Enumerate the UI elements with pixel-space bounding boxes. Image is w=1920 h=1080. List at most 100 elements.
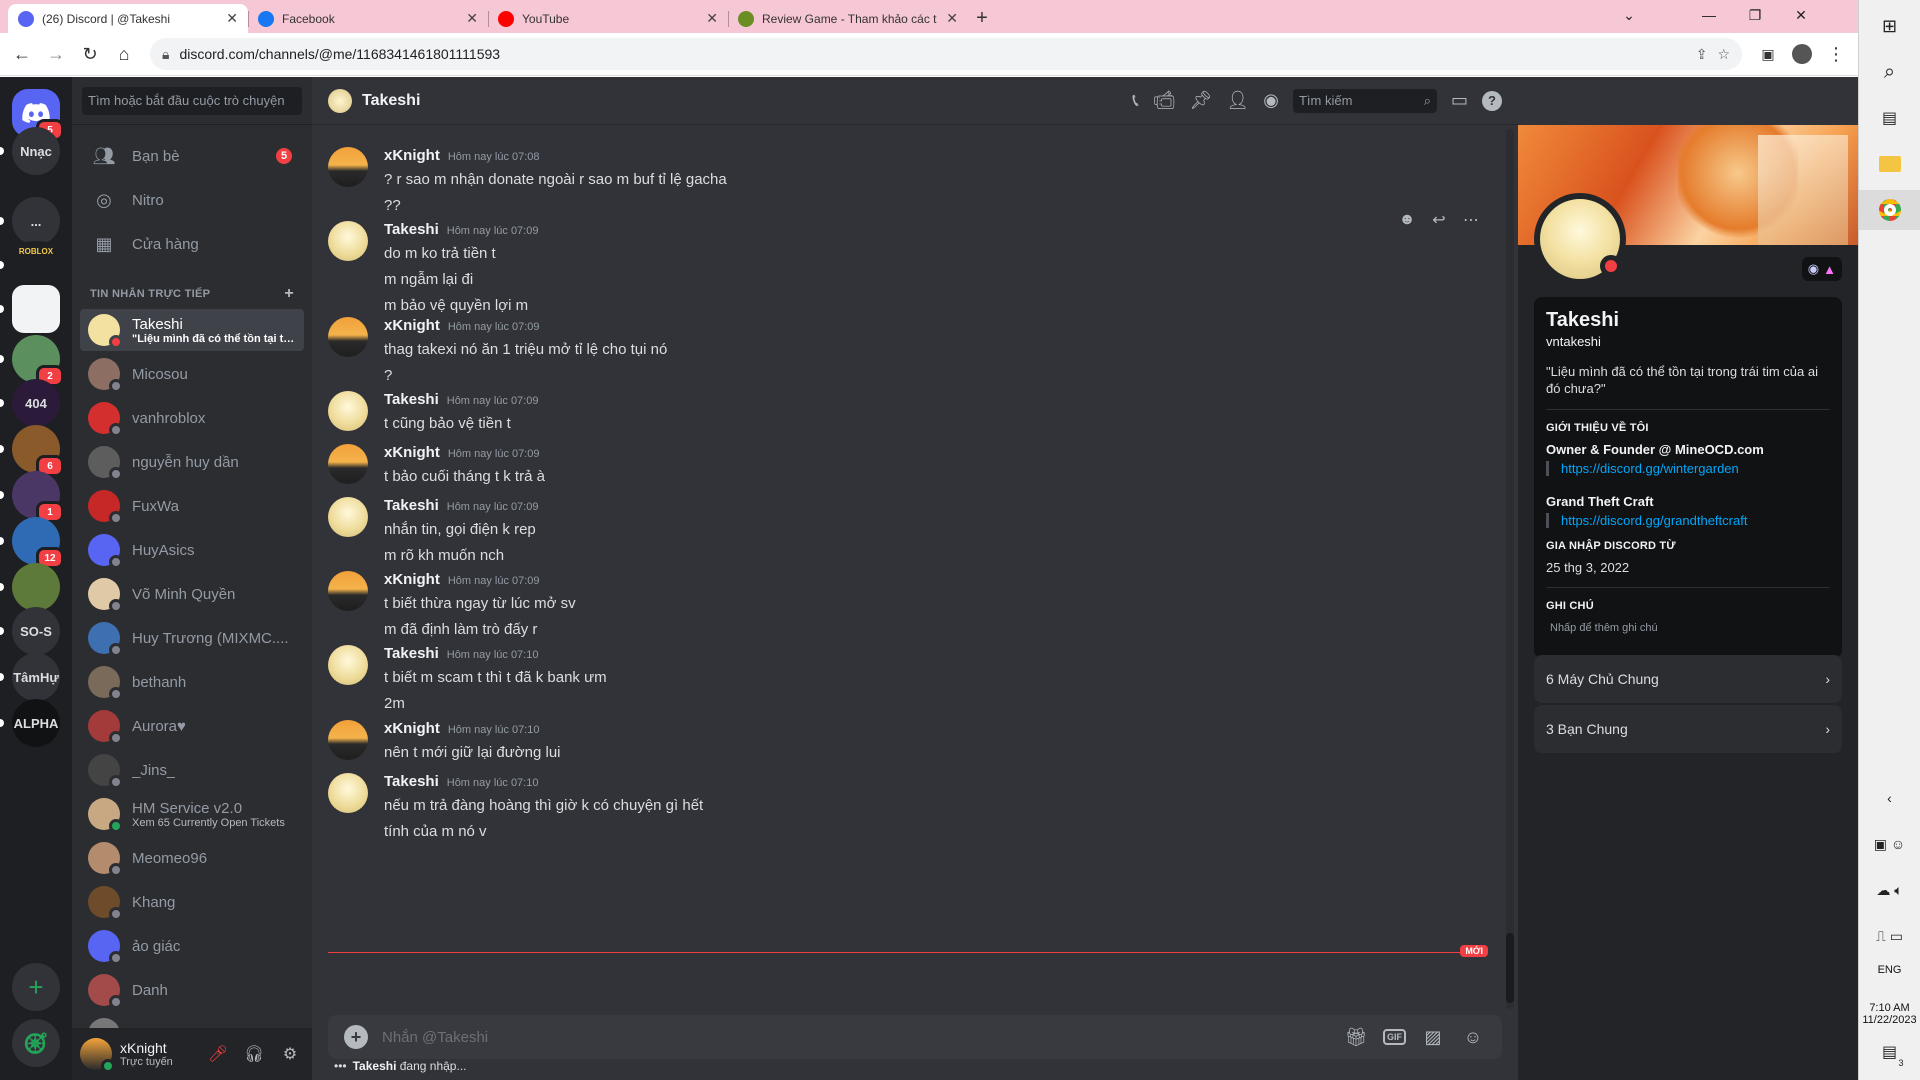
- message-group[interactable]: Takeshi Hôm nay lúc 07:10 t biết m scam t …: [328, 645, 1488, 715]
- mutual-servers-button[interactable]: 6 Máy Chủ Chung ›: [1534, 655, 1842, 703]
- dm-search-input[interactable]: Tìm hoặc bắt đầu cuộc trò chuyện: [82, 86, 302, 115]
- user-info[interactable]: xKnight Trực tuyến: [120, 1040, 196, 1068]
- start-icon[interactable]: ⊞: [1870, 6, 1910, 46]
- menu-kebab-icon[interactable]: ⋮: [1822, 40, 1850, 68]
- gift-icon[interactable]: 🎁︎: [1343, 1027, 1369, 1048]
- chat-scrollbar-thumb[interactable]: [1506, 933, 1514, 1003]
- message-group[interactable]: xKnight Hôm nay lúc 07:08 ? r sao m nhận d…: [328, 147, 1488, 217]
- dm-item[interactable]: Aurora♥: [80, 705, 304, 747]
- message-avatar[interactable]: [328, 720, 368, 760]
- message-composer[interactable]: + Nhắn @Takeshi 🎁︎ GIF ▨ ☺: [328, 1015, 1502, 1059]
- message-avatar[interactable]: [328, 645, 368, 685]
- clock-date[interactable]: 11/22/2023: [1862, 1014, 1916, 1026]
- dm-item[interactable]: Võ Minh Quyền: [80, 573, 304, 615]
- message-group[interactable]: xKnight Hôm nay lúc 07:10 nên t mới giữ lạ…: [328, 720, 1488, 764]
- server-icon[interactable]: Nnạc: [12, 127, 60, 175]
- server-icon[interactable]: 2: [12, 335, 64, 387]
- video-call-icon[interactable]: 📹︎: [1153, 90, 1176, 111]
- server-icon[interactable]: 1: [12, 471, 64, 523]
- dm-item[interactable]: _Jins_: [80, 749, 304, 791]
- message-author[interactable]: xKnight: [384, 571, 440, 588]
- emoji-icon[interactable]: ☺: [1460, 1027, 1486, 1048]
- create-dm-plus-icon[interactable]: +: [284, 285, 294, 303]
- message-group[interactable]: xKnight Hôm nay lúc 07:09 t biết thừa ngay…: [328, 571, 1488, 641]
- server-icon[interactable]: ROBLOX: [12, 241, 60, 261]
- restore-icon[interactable]: ❐: [1732, 0, 1778, 30]
- gif-icon[interactable]: GIF: [1383, 1029, 1406, 1045]
- add-reaction-icon[interactable]: ☻: [1394, 207, 1420, 233]
- server-icon[interactable]: ...: [12, 197, 60, 245]
- nitro-badge-icon[interactable]: ◉: [1808, 261, 1819, 277]
- inbox-icon[interactable]: ▭: [1451, 90, 1468, 111]
- nav-friends[interactable]: 👥︎ Bạn bè 5: [80, 135, 304, 177]
- volume-icon[interactable]: ☁ 🔈︎: [1870, 870, 1910, 910]
- user-avatar[interactable]: [80, 1038, 115, 1073]
- nav-shop[interactable]: ▦ Cửa hàng: [80, 223, 304, 265]
- message-avatar[interactable]: [328, 571, 368, 611]
- message-author[interactable]: Takeshi: [384, 221, 439, 238]
- voice-call-icon[interactable]: 📞︎: [1132, 90, 1138, 111]
- clock-time[interactable]: 7:10 AM: [1869, 1002, 1909, 1014]
- dm-item[interactable]: nguyễn huy dần: [80, 441, 304, 483]
- dm-item[interactable]: Meomeo96: [80, 837, 304, 879]
- chrome-icon[interactable]: [1858, 190, 1920, 230]
- server-icon[interactable]: SO-S: [12, 607, 60, 655]
- language-indicator[interactable]: ENG: [1878, 964, 1902, 976]
- chat-scrollbar[interactable]: [1506, 129, 1514, 1009]
- sticker-icon[interactable]: ▨: [1420, 1027, 1446, 1048]
- server-icon[interactable]: [12, 563, 60, 611]
- back-icon[interactable]: ←: [8, 40, 36, 68]
- forward-icon[interactable]: →: [42, 40, 70, 68]
- browser-tab[interactable]: YouTube ✕: [488, 4, 728, 33]
- server-icon[interactable]: [12, 285, 60, 333]
- network-icon[interactable]: ⎍ ▭: [1870, 916, 1910, 956]
- more-options-icon[interactable]: ⋯: [1458, 207, 1484, 233]
- message-group[interactable]: Takeshi Hôm nay lúc 07:09 do m ko trả tiền…: [328, 211, 1488, 317]
- message-group[interactable]: xKnight Hôm nay lúc 07:09 thag takexi nó ă…: [328, 317, 1488, 387]
- dm-item[interactable]: HuyAsics: [80, 529, 304, 571]
- message-author[interactable]: Takeshi: [384, 391, 439, 408]
- file-explorer-icon[interactable]: [1870, 144, 1910, 184]
- side-panel-icon[interactable]: ▣: [1754, 40, 1782, 68]
- pinned-messages-icon[interactable]: 📌︎: [1190, 90, 1213, 111]
- dm-item[interactable]: Micosou: [80, 353, 304, 395]
- message-avatar[interactable]: [328, 497, 368, 537]
- message-group[interactable]: Takeshi Hôm nay lúc 07:09 nhắn tin, gọi đi…: [328, 497, 1488, 567]
- server-icon[interactable]: TâmHự: [12, 653, 60, 701]
- minimize-icon[interactable]: —: [1686, 0, 1732, 30]
- close-tab-icon[interactable]: ✕: [226, 10, 238, 27]
- message-author[interactable]: Takeshi: [384, 773, 439, 790]
- message-avatar[interactable]: [328, 444, 368, 484]
- server-icon[interactable]: 6: [12, 425, 64, 477]
- new-tab-button[interactable]: +: [968, 4, 996, 33]
- nav-nitro[interactable]: ◎ Nitro: [80, 179, 304, 221]
- message-avatar[interactable]: [328, 391, 368, 431]
- message-input-placeholder[interactable]: Nhắn @Takeshi: [382, 1029, 1329, 1046]
- reload-icon[interactable]: ↻: [76, 40, 104, 68]
- profile-avatar[interactable]: [1788, 40, 1816, 68]
- dm-item[interactable]: Danh: [80, 969, 304, 1011]
- close-tab-icon[interactable]: ✕: [706, 10, 718, 27]
- attach-plus-icon[interactable]: +: [344, 1025, 368, 1049]
- dm-item[interactable]: vanhroblox: [80, 397, 304, 439]
- share-icon[interactable]: ⇪: [1696, 46, 1708, 63]
- note-input[interactable]: Nhấp để thêm ghi chú: [1546, 622, 1830, 634]
- browser-tab[interactable]: Review Game - Tham khảo các t ✕: [728, 4, 968, 33]
- message-author[interactable]: xKnight: [384, 444, 440, 461]
- add-server-button[interactable]: +: [12, 963, 60, 1011]
- browser-tab[interactable]: (26) Discord | @Takeshi ✕: [8, 4, 248, 33]
- about-link-1[interactable]: https://discord.gg/wintergarden: [1546, 461, 1830, 476]
- dm-item[interactable]: ảo giác: [80, 925, 304, 967]
- address-bar[interactable]: 🔒︎ discord.com/channels/@me/116834146180…: [150, 38, 1742, 70]
- profile-avatar[interactable]: [1534, 193, 1626, 285]
- close-window-icon[interactable]: ✕: [1778, 0, 1824, 30]
- close-tab-icon[interactable]: ✕: [946, 10, 958, 27]
- dm-item[interactable]: HM Service v2.0 Xem 65 Currently Open Tic…: [80, 793, 304, 835]
- help-icon[interactable]: ?: [1482, 90, 1502, 111]
- server-icon[interactable]: 12: [12, 517, 64, 569]
- about-link-2[interactable]: https://discord.gg/grandtheftcraft: [1546, 513, 1830, 528]
- headphones-icon[interactable]: 🎧︎: [240, 1040, 268, 1068]
- message-author[interactable]: Takeshi: [384, 497, 439, 514]
- notification-center-icon[interactable]: ▤ 3: [1870, 1032, 1910, 1072]
- add-friends-to-dm-icon[interactable]: 👤︎: [1226, 90, 1249, 111]
